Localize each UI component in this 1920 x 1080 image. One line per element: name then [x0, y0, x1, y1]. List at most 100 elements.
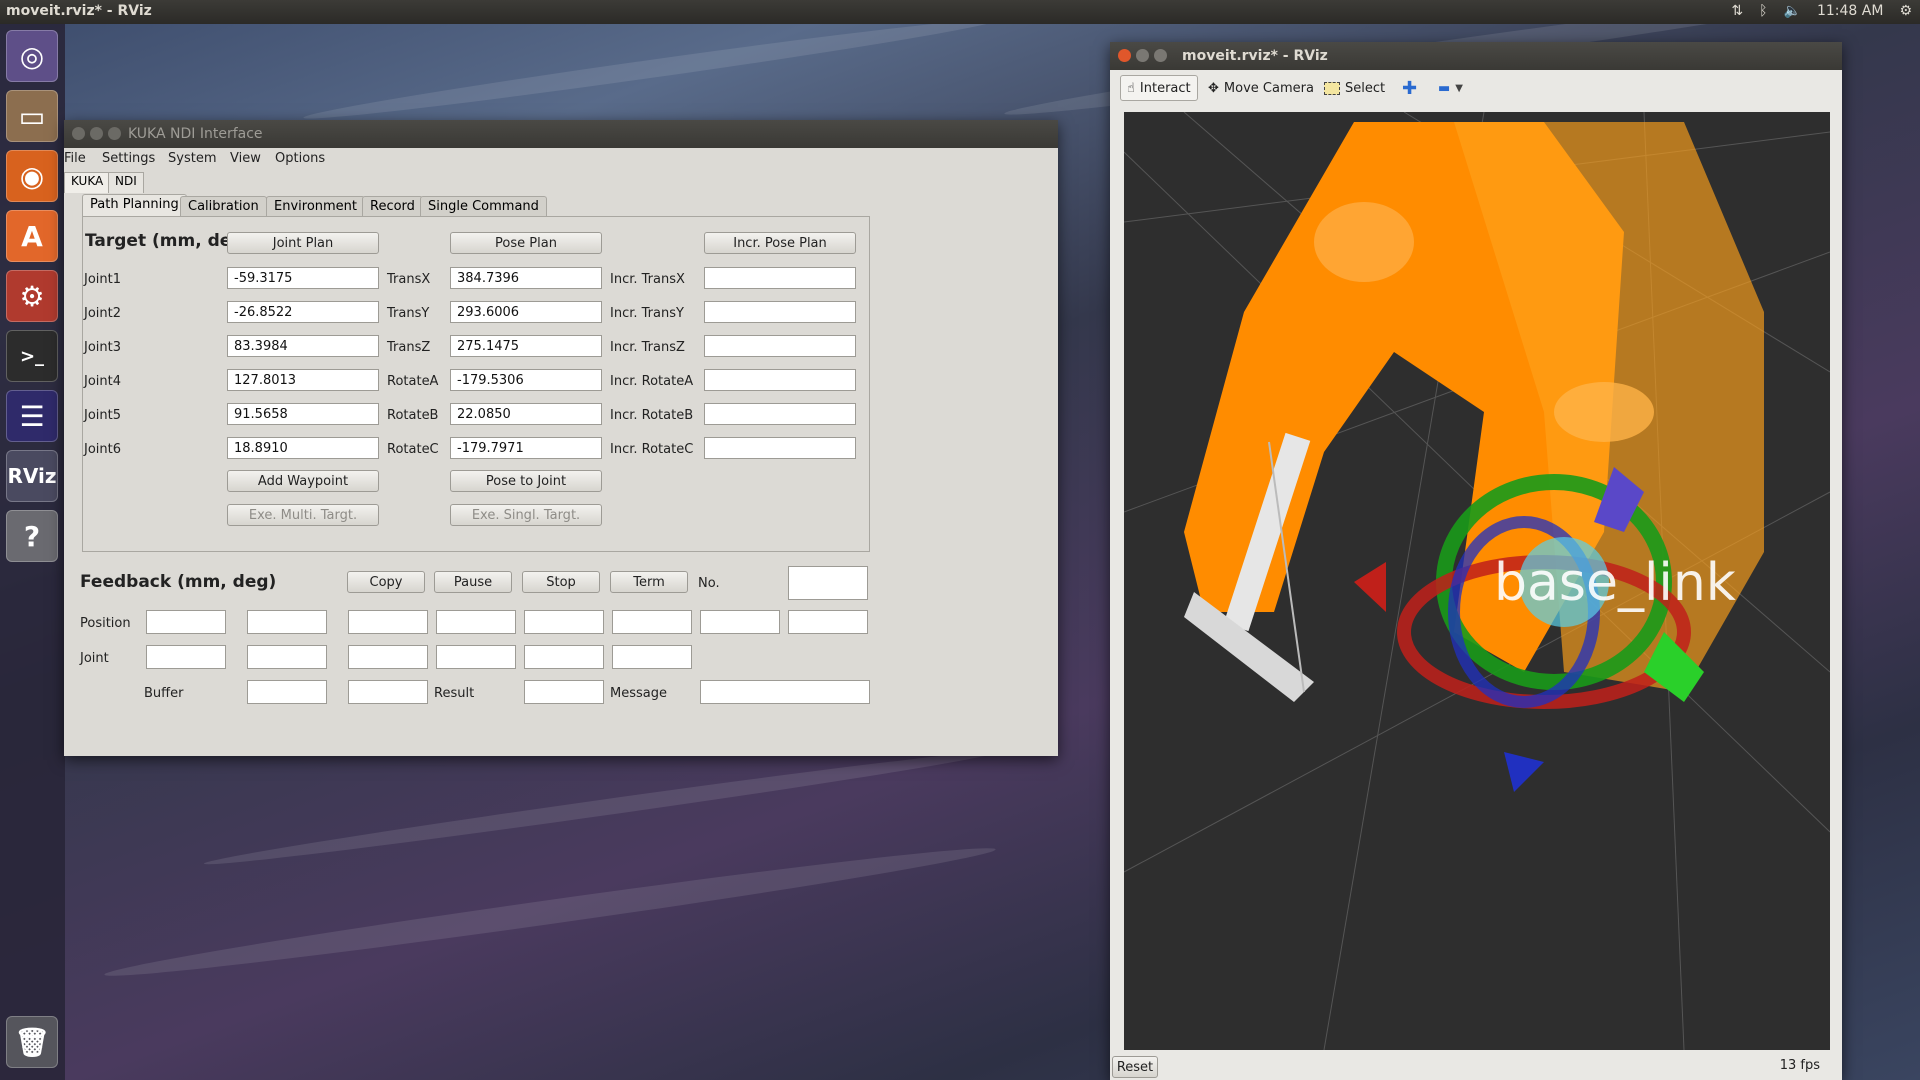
exe-multi-target-button[interactable]: Exe. Multi. Targt.	[227, 504, 379, 526]
transx-field[interactable]: 384.7396	[450, 267, 602, 289]
tab-ndi[interactable]: NDI	[108, 172, 144, 193]
term-button[interactable]: Term	[610, 571, 688, 593]
incr-transx-field[interactable]	[704, 267, 856, 289]
stop-button[interactable]: Stop	[522, 571, 600, 593]
help-icon[interactable]: ?	[6, 510, 58, 562]
software-center-icon[interactable]: A	[6, 210, 58, 262]
menu-system[interactable]: System	[168, 151, 216, 166]
message-label: Message	[610, 686, 667, 701]
position-field-2[interactable]	[247, 610, 327, 634]
position-field-1[interactable]	[146, 610, 226, 634]
buffer-label: Buffer	[144, 686, 184, 701]
position-field-8[interactable]	[788, 610, 868, 634]
joint1-label: Joint1	[84, 272, 122, 287]
joint6-label: Joint6	[84, 442, 122, 457]
clock[interactable]: 11:48 AM	[1817, 3, 1883, 19]
message-field[interactable]	[700, 680, 870, 704]
position-label: Position	[80, 616, 131, 631]
move-icon: ✥	[1208, 80, 1219, 96]
joint-field-5[interactable]	[524, 645, 604, 669]
minimize-icon[interactable]	[90, 127, 103, 140]
close-icon[interactable]	[1118, 49, 1131, 62]
move-camera-tool[interactable]: ✥ Move Camera	[1202, 75, 1320, 101]
terminal-icon[interactable]: >_	[6, 330, 58, 382]
rviz-status-bar: Reset 13 fps	[1110, 1054, 1842, 1080]
volume-icon[interactable]: 🔈	[1784, 3, 1801, 19]
remove-tool-button[interactable]: ▬ ▼	[1432, 75, 1469, 101]
joint-field-3[interactable]	[348, 645, 428, 669]
close-icon[interactable]	[72, 127, 85, 140]
joint6-field[interactable]: 18.8910	[227, 437, 379, 459]
tab-kuka[interactable]: KUKA	[64, 172, 111, 193]
incr-transz-field[interactable]	[704, 335, 856, 357]
joint1-field[interactable]: -59.3175	[227, 267, 379, 289]
copy-button[interactable]: Copy	[347, 571, 425, 593]
network-icon[interactable]: ⇅	[1731, 3, 1743, 19]
add-tool-button[interactable]: ✚	[1396, 75, 1423, 101]
incr-rotatec-field[interactable]	[704, 437, 856, 459]
menu-options[interactable]: Options	[275, 151, 325, 166]
rotatea-field[interactable]: -179.5306	[450, 369, 602, 391]
joint-field-6[interactable]	[612, 645, 692, 669]
incr-rotatea-field[interactable]	[704, 369, 856, 391]
joint3-label: Joint3	[84, 340, 122, 355]
transy-field[interactable]: 293.6006	[450, 301, 602, 323]
plus-icon: ✚	[1402, 77, 1418, 99]
firefox-icon[interactable]: ◉	[6, 150, 58, 202]
buffer-field-1[interactable]	[247, 680, 327, 704]
incr-pose-plan-button[interactable]: Incr. Pose Plan	[704, 232, 856, 254]
position-field-6[interactable]	[612, 610, 692, 634]
no-field[interactable]	[788, 566, 868, 600]
incr-rotateb-field[interactable]	[704, 403, 856, 425]
files-icon[interactable]: ▭	[6, 90, 58, 142]
move-camera-label: Move Camera	[1223, 80, 1314, 96]
pause-button[interactable]: Pause	[434, 571, 512, 593]
rviz-icon[interactable]: RViz	[6, 450, 58, 502]
joint5-field[interactable]: 91.5658	[227, 403, 379, 425]
joint-field-4[interactable]	[436, 645, 516, 669]
position-field-4[interactable]	[436, 610, 516, 634]
minimize-icon[interactable]	[1136, 49, 1149, 62]
exe-single-target-button[interactable]: Exe. Singl. Targt.	[450, 504, 602, 526]
trash-icon[interactable]: 🗑	[6, 1016, 58, 1068]
select-label: Select	[1345, 80, 1386, 96]
bluetooth-icon[interactable]: ᛒ	[1759, 3, 1767, 19]
incr-transy-field[interactable]	[704, 301, 856, 323]
position-field-3[interactable]	[348, 610, 428, 634]
joint-field-1[interactable]	[146, 645, 226, 669]
reset-button[interactable]: Reset	[1112, 1056, 1158, 1078]
pose-plan-button[interactable]: Pose Plan	[450, 232, 602, 254]
select-tool[interactable]: Select	[1318, 75, 1391, 101]
buffer-field-2[interactable]	[348, 680, 428, 704]
joint-field-2[interactable]	[247, 645, 327, 669]
joint5-label: Joint5	[84, 408, 122, 423]
add-waypoint-button[interactable]: Add Waypoint	[227, 470, 379, 492]
maximize-icon[interactable]	[1154, 49, 1167, 62]
joint3-field[interactable]: 83.3984	[227, 335, 379, 357]
menu-file[interactable]: File	[64, 151, 86, 166]
transz-field[interactable]: 275.1475	[450, 335, 602, 357]
incr-rotatec-label: Incr. RotateC	[610, 442, 694, 457]
joint4-field[interactable]: 127.8013	[227, 369, 379, 391]
3d-viewport[interactable]: base_link	[1124, 112, 1830, 1050]
rotatea-label: RotateA	[387, 374, 439, 389]
system-settings-icon[interactable]: ⚙	[6, 270, 58, 322]
dash-home-icon[interactable]: ◎	[6, 30, 58, 82]
interact-tool[interactable]: ☝ Interact	[1120, 75, 1198, 101]
menu-settings[interactable]: Settings	[102, 151, 155, 166]
maximize-icon[interactable]	[108, 127, 121, 140]
transx-label: TransX	[387, 272, 431, 287]
gear-icon[interactable]: ⚙	[1899, 3, 1912, 19]
eclipse-icon[interactable]: ☰	[6, 390, 58, 442]
joint-plan-button[interactable]: Joint Plan	[227, 232, 379, 254]
select-icon	[1324, 81, 1340, 95]
result-field[interactable]	[524, 680, 604, 704]
position-field-7[interactable]	[700, 610, 780, 634]
joint2-field[interactable]: -26.8522	[227, 301, 379, 323]
menu-view[interactable]: View	[230, 151, 261, 166]
position-field-5[interactable]	[524, 610, 604, 634]
pose-to-joint-button[interactable]: Pose to Joint	[450, 470, 602, 492]
rotateb-field[interactable]: 22.0850	[450, 403, 602, 425]
rotatec-field[interactable]: -179.7971	[450, 437, 602, 459]
rotateb-label: RotateB	[387, 408, 439, 423]
